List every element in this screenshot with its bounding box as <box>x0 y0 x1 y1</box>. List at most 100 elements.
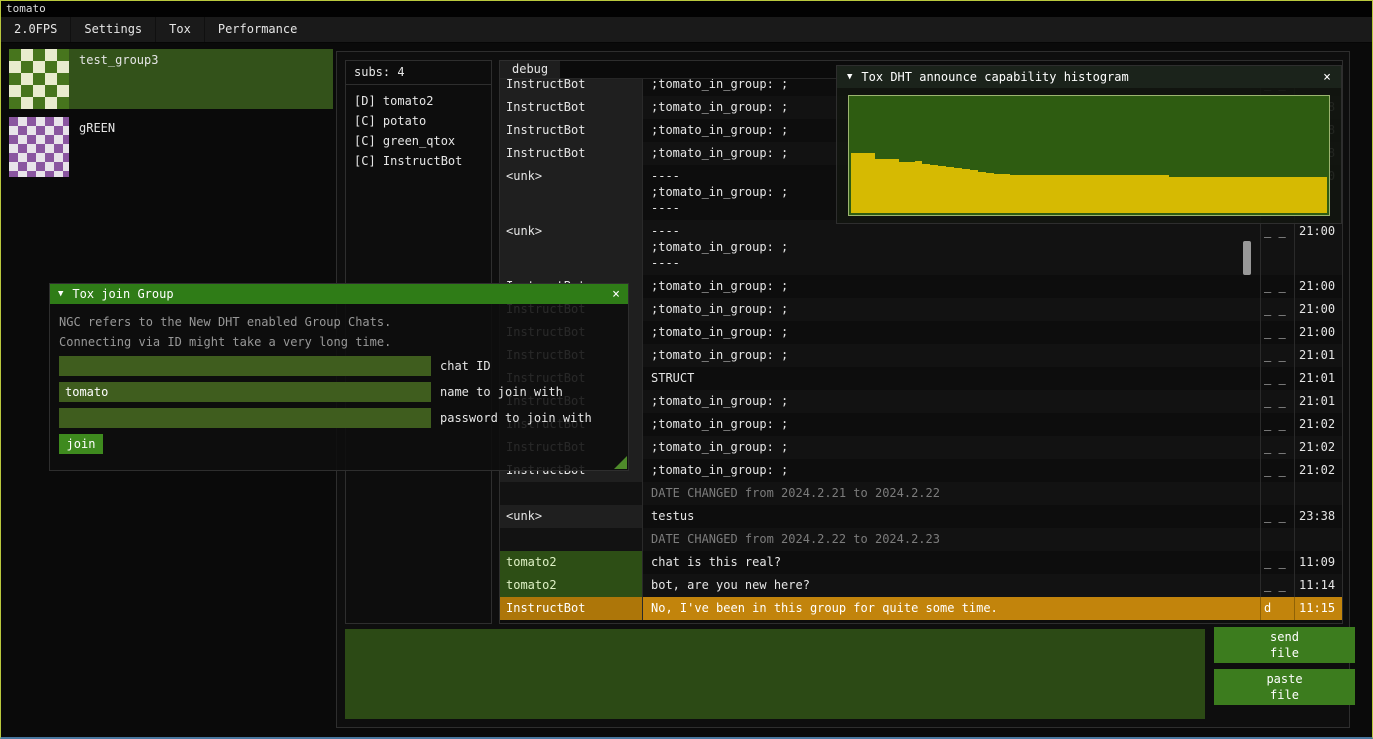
message-status: _ _ <box>1260 321 1294 344</box>
sender-name: InstructBot <box>500 96 643 119</box>
histogram-bar <box>1042 175 1050 213</box>
histogram-bar <box>1010 175 1018 213</box>
histogram-bar <box>1129 175 1137 213</box>
menu-item-tox[interactable]: Tox <box>155 17 204 42</box>
subs-member[interactable]: [C] potato <box>354 111 483 131</box>
join-group-body: NGC refers to the New DHT enabled Group … <box>50 304 628 462</box>
join-group-titlebar[interactable]: ▼ Tox join Group × <box>50 284 628 304</box>
message-text: No, I've been in this group for quite so… <box>643 597 1260 620</box>
message-time: 21:01 <box>1294 367 1342 390</box>
date-row[interactable]: DATE CHANGED from 2024.2.21 to 2024.2.22 <box>500 482 1342 505</box>
subs-header: subs: 4 <box>346 61 491 85</box>
histogram-bar <box>1034 175 1042 213</box>
message-status: _ _ <box>1260 551 1294 574</box>
collapse-arrow-icon[interactable]: ▼ <box>847 72 852 82</box>
message-row[interactable]: tomato2chat is this real?_ _11:09 <box>500 551 1342 574</box>
histogram-bar <box>938 166 946 213</box>
message-row[interactable]: <unk>---- ;tomato_in_group: ; ----_ _21:… <box>500 220 1342 275</box>
dht-histogram-title: Tox DHT announce capability histogram <box>861 70 1128 84</box>
message-text: ;tomato_in_group: ; <box>643 298 1260 321</box>
histogram-bar <box>954 168 962 213</box>
histogram-bar <box>1161 175 1169 213</box>
app-window: tomato 2.0FPS Settings Tox Performance t… <box>0 0 1373 739</box>
message-row[interactable]: tomato2bot, are you new here?_ _11:14 <box>500 574 1342 597</box>
sender-name <box>500 528 643 551</box>
histogram-bar <box>1057 175 1065 213</box>
histogram-plot <box>848 95 1330 216</box>
histogram-bar <box>899 162 907 213</box>
histogram-bar <box>922 164 930 213</box>
group-name: test_group3 <box>69 49 168 109</box>
close-icon[interactable]: × <box>1323 70 1331 85</box>
histogram-bar <box>1319 177 1327 213</box>
group-item[interactable]: gREEN <box>9 117 333 177</box>
subs-member[interactable]: [C] green_qtox <box>354 131 483 151</box>
histogram-bar <box>1288 177 1296 213</box>
message-status <box>1260 482 1294 505</box>
histogram-bar <box>1145 175 1153 213</box>
histogram-bar <box>1169 177 1177 213</box>
chat-scrollbar-thumb[interactable] <box>1243 241 1251 275</box>
join-info-line-1: NGC refers to the New DHT enabled Group … <box>59 312 619 332</box>
histogram-bar <box>907 162 915 213</box>
message-status: _ _ <box>1260 436 1294 459</box>
histogram-bar <box>930 165 938 213</box>
sender-name: <unk> <box>500 220 643 275</box>
dht-histogram-titlebar[interactable]: ▼ Tox DHT announce capability histogram … <box>837 66 1341 88</box>
join-button[interactable]: join <box>59 434 103 454</box>
message-time <box>1294 528 1342 551</box>
message-time: 21:02 <box>1294 436 1342 459</box>
menu-item-settings[interactable]: Settings <box>70 17 155 42</box>
sender-name: tomato2 <box>500 551 643 574</box>
paste-file-label-line2: file <box>1270 687 1299 703</box>
histogram-bar <box>978 172 986 213</box>
group-item[interactable]: test_group3 <box>9 49 333 109</box>
join-name-field[interactable] <box>59 382 431 402</box>
message-time: 11:14 <box>1294 574 1342 597</box>
resize-grip[interactable] <box>614 456 627 469</box>
send-file-label-line1: send <box>1270 629 1299 645</box>
send-file-button[interactable]: send file <box>1214 627 1355 663</box>
histogram-bar <box>946 167 954 213</box>
message-row[interactable]: InstructBotNo, I've been in this group f… <box>500 597 1342 620</box>
collapse-arrow-icon[interactable]: ▼ <box>58 289 63 299</box>
window-title: tomato <box>6 2 46 15</box>
message-status: _ _ <box>1260 390 1294 413</box>
chat-id-field[interactable] <box>59 356 431 376</box>
message-text: ;tomato_in_group: ; <box>643 275 1260 298</box>
date-row[interactable]: DATE CHANGED from 2024.2.22 to 2024.2.23 <box>500 528 1342 551</box>
histogram-bar <box>915 161 923 213</box>
histogram-bar <box>1248 177 1256 213</box>
close-icon[interactable]: × <box>612 287 620 302</box>
message-time: 21:00 <box>1294 275 1342 298</box>
group-name: gREEN <box>69 117 125 177</box>
message-text: DATE CHANGED from 2024.2.22 to 2024.2.23 <box>643 528 1260 551</box>
dht-histogram-body <box>837 88 1341 223</box>
histogram-bar <box>1049 175 1057 213</box>
paste-file-button[interactable]: paste file <box>1214 669 1355 705</box>
histogram-bar <box>859 153 867 213</box>
menu-item-performance[interactable]: Performance <box>204 17 310 42</box>
histogram-bar <box>867 153 875 213</box>
histogram-bar <box>1192 177 1200 213</box>
message-time: 23:38 <box>1294 505 1342 528</box>
group-avatar-icon <box>9 117 69 177</box>
message-row[interactable]: <unk>testus_ _23:38 <box>500 505 1342 528</box>
sender-name: <unk> <box>500 165 643 220</box>
message-time: 11:15 <box>1294 597 1342 620</box>
join-group-window: ▼ Tox join Group × NGC refers to the New… <box>49 283 629 471</box>
histogram-bar <box>1232 177 1240 213</box>
message-input[interactable] <box>345 629 1205 719</box>
tab-debug[interactable]: debug <box>500 61 560 78</box>
message-text: ;tomato_in_group: ; <box>643 413 1260 436</box>
histogram-bar <box>1002 174 1010 213</box>
join-password-field[interactable] <box>59 408 431 428</box>
histogram-bar <box>1296 177 1304 213</box>
subs-member[interactable]: [D] tomato2 <box>354 91 483 111</box>
histogram-bar <box>1272 177 1280 213</box>
subs-member[interactable]: [C] InstructBot <box>354 151 483 171</box>
histogram-bar <box>970 170 978 213</box>
window-titlebar[interactable]: tomato <box>1 1 1372 17</box>
paste-file-label-line1: paste <box>1266 671 1302 687</box>
groups-sidebar: test_group3 gREEN <box>9 49 333 185</box>
